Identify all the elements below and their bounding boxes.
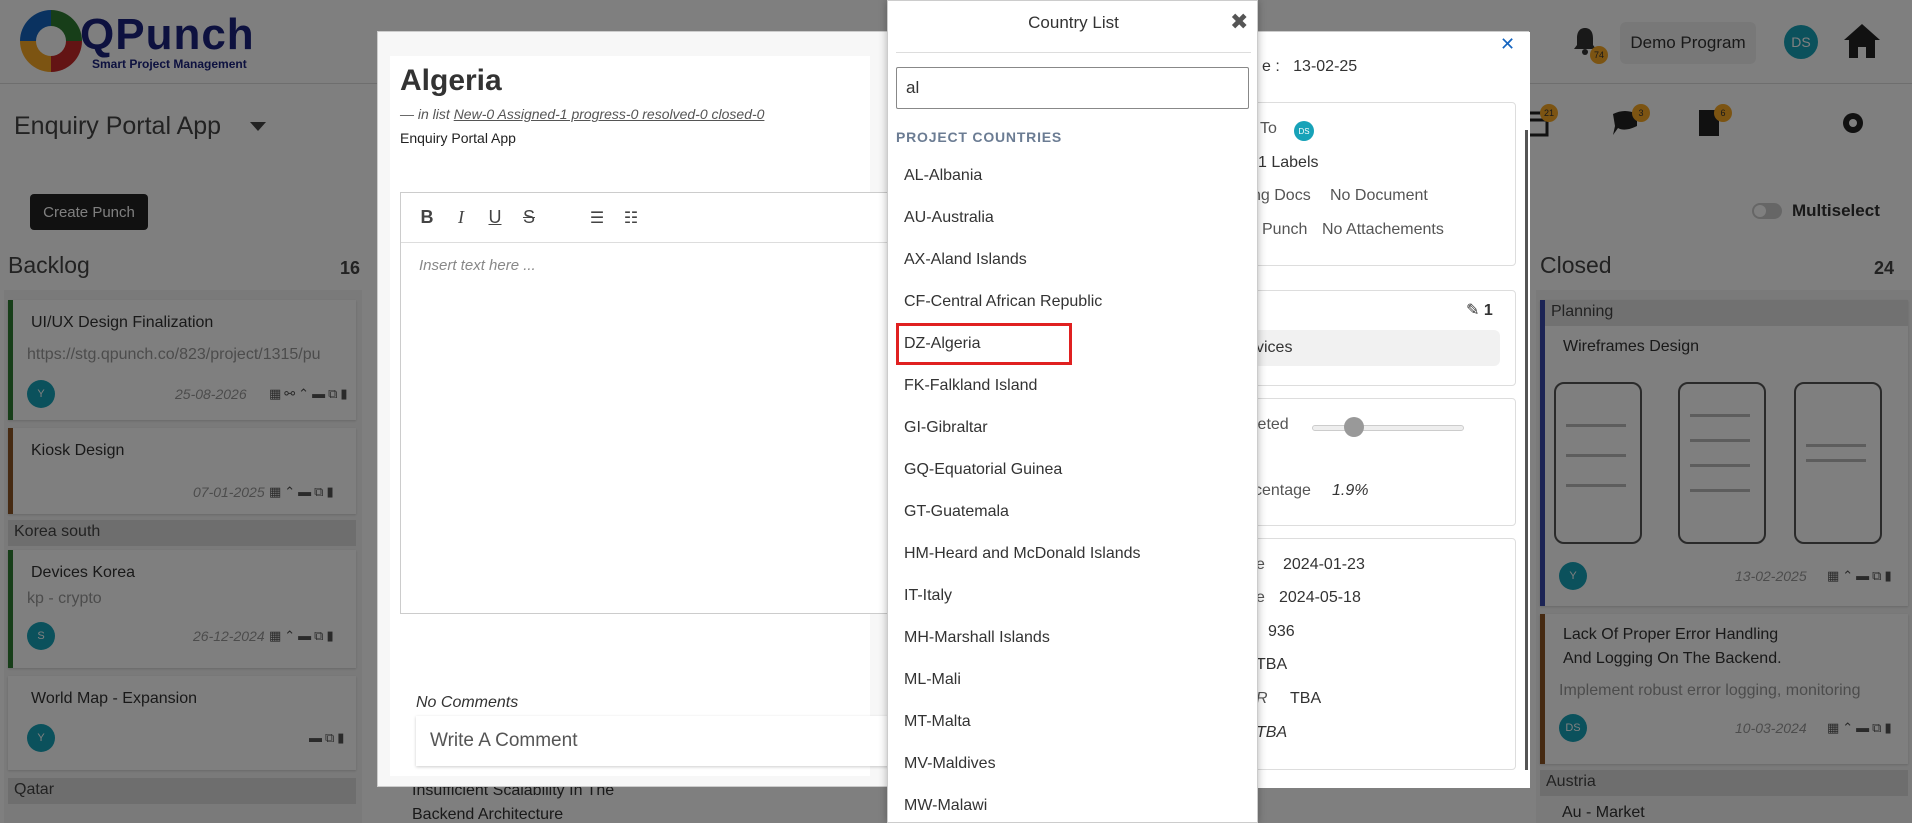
punch-title[interactable]: Algeria <box>400 64 502 98</box>
edit-count[interactable]: ✎ 1 <box>1466 300 1493 320</box>
tba-value-1: TBA <box>1256 656 1288 673</box>
punch-attachments-label: Punch <box>1262 221 1308 238</box>
country-item[interactable]: GI-Gibraltar <box>896 407 1251 449</box>
details-box <box>1244 102 1516 266</box>
due-date-label: e : <box>1262 58 1280 75</box>
no-comments-text: No Comments <box>416 694 519 711</box>
country-item[interactable]: GQ-Equatorial Guinea <box>896 449 1251 491</box>
country-item[interactable]: CF-Central African Republic <box>896 281 1251 323</box>
country-list: AL-Albania AU-Australia AX-Aland Islands… <box>896 155 1251 823</box>
percentage-value: 1.9% <box>1332 482 1369 499</box>
write-comment-input[interactable]: Write A Comment <box>416 716 896 766</box>
country-item[interactable]: MH-Marshall Islands <box>896 617 1251 659</box>
country-item[interactable]: GT-Guatemala <box>896 491 1251 533</box>
country-search-input[interactable] <box>896 67 1249 109</box>
bold-icon[interactable]: B <box>417 207 437 229</box>
start-date-value[interactable]: 2024-01-23 <box>1283 556 1365 574</box>
country-item[interactable]: AX-Aland Islands <box>896 239 1251 281</box>
status-counts-link[interactable]: New-0 Assigned-1 progress-0 resolved-0 c… <box>454 106 765 122</box>
underline-icon[interactable]: U <box>485 207 505 229</box>
due-date: e : 13-02-25 <box>1262 58 1357 76</box>
country-item[interactable]: AU-Australia <box>896 197 1251 239</box>
completion-slider-track[interactable] <box>1312 425 1464 431</box>
number-value: 936 <box>1268 623 1295 640</box>
completed-label: leted <box>1254 416 1289 433</box>
country-item-highlighted[interactable]: DZ-Algeria <box>896 323 1072 365</box>
labels-count[interactable]: 1 Labels <box>1258 154 1319 172</box>
edit-icon[interactable]: ✎ <box>1466 302 1479 319</box>
docs-value[interactable]: No Document <box>1330 187 1428 205</box>
country-item[interactable]: FK-Falkland Island <box>896 365 1251 407</box>
editor-toolbar: B I U S ☰ ☷ <box>401 193 919 243</box>
country-item[interactable]: ML-Mali <box>896 659 1251 701</box>
strikethrough-icon[interactable]: S <box>519 207 539 229</box>
country-item[interactable]: AL-Albania <box>896 155 1251 197</box>
bullet-list-icon[interactable]: ☷ <box>621 207 641 229</box>
due-date-value: 13-02-25 <box>1293 58 1358 75</box>
country-item[interactable]: HM-Heard and McDonald Islands <box>896 533 1251 575</box>
punch-detail-left-pane: Algeria — in list New-0 Assigned-1 progr… <box>390 56 920 776</box>
italic-icon[interactable]: I <box>451 207 471 229</box>
country-item[interactable]: MW-Malawi <box>896 785 1251 823</box>
app-name: Enquiry Portal App <box>400 130 516 146</box>
in-list-info: — in list New-0 Assigned-1 progress-0 re… <box>400 106 764 122</box>
in-list-prefix: — in list <box>400 106 450 122</box>
close-icon[interactable]: ✖ <box>1230 11 1248 33</box>
country-item[interactable]: IT-Italy <box>896 575 1251 617</box>
punch-attachments-value[interactable]: No Attachements <box>1322 221 1444 239</box>
assignee-avatar[interactable]: DS <box>1294 121 1314 141</box>
docs-label: ng Docs <box>1252 187 1311 204</box>
editor-placeholder: Insert text here ... <box>419 257 536 274</box>
modal-scrollbar[interactable] <box>1525 130 1528 770</box>
completion-slider-thumb[interactable] <box>1344 417 1364 437</box>
tba-value-2: TBA <box>1290 690 1322 707</box>
country-list-title: Country List <box>1028 13 1119 32</box>
ordered-list-icon[interactable]: ☰ <box>587 207 607 229</box>
assigned-label: To <box>1260 120 1277 137</box>
close-icon[interactable]: ✕ <box>1500 34 1515 55</box>
edit-count-value: 1 <box>1483 302 1493 319</box>
end-date-value[interactable]: 2024-05-18 <box>1279 589 1361 607</box>
country-item[interactable]: MT-Malta <box>896 701 1251 743</box>
divider <box>896 52 1251 53</box>
section-header: PROJECT COUNTRIES <box>896 129 1063 145</box>
service-name: vices <box>1256 339 1293 356</box>
percentage-label: centage <box>1254 482 1311 499</box>
country-item[interactable]: MV-Maldives <box>896 743 1251 785</box>
description-editor[interactable]: B I U S ☰ ☷ Insert text here ... <box>400 192 920 614</box>
country-list-popup: Country List ✖ PROJECT COUNTRIES AL-Alba… <box>887 0 1258 823</box>
tba-value-3: TBA <box>1256 724 1288 741</box>
